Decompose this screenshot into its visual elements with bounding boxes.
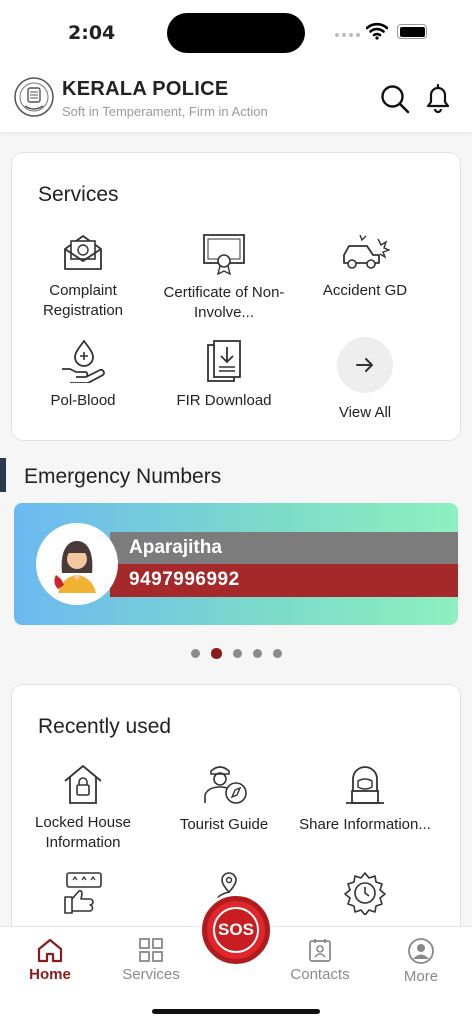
services-title: Services	[38, 183, 119, 206]
tourist-guide-icon	[204, 766, 247, 804]
carousel-dot[interactable]	[253, 649, 262, 658]
services-card: Services Complaint Registration Certific…	[11, 152, 461, 441]
tab-label: Home	[29, 966, 71, 983]
blood-donation-icon	[62, 339, 105, 383]
tab-home[interactable]: Home	[0, 927, 100, 983]
carousel-dot-active[interactable]	[211, 648, 222, 659]
carousel-dot[interactable]	[191, 649, 200, 658]
service-pol-blood[interactable]: Pol-Blood	[8, 339, 158, 411]
recent-label: Locked House Information	[35, 814, 131, 851]
recently-used-title: Recently used	[38, 715, 172, 738]
arrow-right-icon	[356, 358, 373, 372]
dynamic-island	[167, 13, 305, 53]
tab-label: Contacts	[290, 966, 350, 983]
app-tagline: Soft in Temperament, Firm in Action	[62, 104, 268, 119]
wifi-icon	[366, 22, 388, 40]
emergency-contact-name: Aparajitha	[110, 532, 458, 564]
battery-icon	[397, 24, 427, 39]
tab-label: Services	[122, 966, 180, 983]
certificate-icon	[203, 234, 245, 275]
brand: KERALA POLICE Soft in Temperament, Firm …	[62, 78, 268, 119]
service-fir-download[interactable]: FIR Download	[149, 339, 299, 411]
carousel-dot[interactable]	[273, 649, 282, 658]
service-label: Complaint Registration	[42, 282, 124, 319]
status-bar: 2:04	[0, 0, 472, 64]
recent-label: Tourist Guide	[179, 816, 269, 833]
signal-icon	[335, 33, 360, 37]
recent-label: Share Information...	[299, 816, 431, 833]
home-icon	[37, 938, 63, 963]
app-title: KERALA POLICE	[62, 78, 229, 100]
view-all-circle	[337, 337, 393, 393]
tab-services[interactable]: Services	[101, 927, 201, 983]
service-complaint-registration[interactable]: Complaint Registration	[8, 233, 158, 321]
kerala-police-emblem-icon	[14, 77, 54, 117]
emergency-banner[interactable]: Aparajitha 9497996992	[14, 503, 458, 625]
locked-house-icon	[64, 765, 102, 804]
tab-label: More	[403, 968, 439, 985]
sos-label: SOS	[213, 907, 259, 953]
woman-phone-icon	[54, 541, 96, 593]
grid-icon	[139, 938, 163, 962]
section-marker	[0, 458, 6, 492]
service-label: Certificate of Non-Involve...	[163, 284, 285, 321]
status-time: 2:04	[68, 22, 116, 44]
complaint-envelope-icon	[64, 235, 102, 270]
document-download-icon	[207, 340, 241, 382]
sos-button[interactable]: SOS	[202, 896, 270, 964]
search-icon[interactable]	[380, 84, 410, 114]
recent-settings-time[interactable]	[290, 871, 440, 915]
recent-tourist-guide[interactable]: Tourist Guide	[149, 763, 299, 835]
recent-feedback[interactable]	[8, 871, 158, 915]
emergency-contact-number[interactable]: 9497996992	[110, 564, 458, 597]
car-accident-icon	[343, 234, 390, 269]
carousel-indicator[interactable]	[191, 648, 282, 659]
service-label: Accident GD	[322, 282, 408, 299]
rating-thumbs-up-icon	[64, 872, 102, 914]
hacker-laptop-icon	[346, 766, 384, 804]
home-indicator	[152, 1009, 320, 1014]
tab-contacts[interactable]: Contacts	[270, 927, 370, 983]
user-circle-icon	[408, 938, 434, 964]
service-label: Pol-Blood	[50, 392, 116, 409]
service-accident-gd[interactable]: Accident GD	[290, 233, 440, 301]
service-certificate-non-involvement[interactable]: Certificate of Non-Involve...	[149, 233, 299, 323]
notification-bell-icon[interactable]	[424, 83, 452, 113]
service-label: FIR Download	[176, 392, 272, 409]
recent-share-information[interactable]: Share Information...	[290, 763, 440, 835]
helpline-avatar	[36, 523, 118, 605]
emergency-title: Emergency Numbers	[24, 465, 222, 488]
tab-more[interactable]: More	[371, 927, 471, 985]
carousel-dot[interactable]	[233, 649, 242, 658]
contacts-book-icon	[309, 939, 331, 962]
view-all-label: View All	[338, 404, 392, 421]
gear-clock-icon	[344, 872, 386, 915]
recent-locked-house[interactable]: Locked House Information	[8, 763, 158, 853]
view-all-services-button[interactable]: View All	[290, 337, 440, 423]
